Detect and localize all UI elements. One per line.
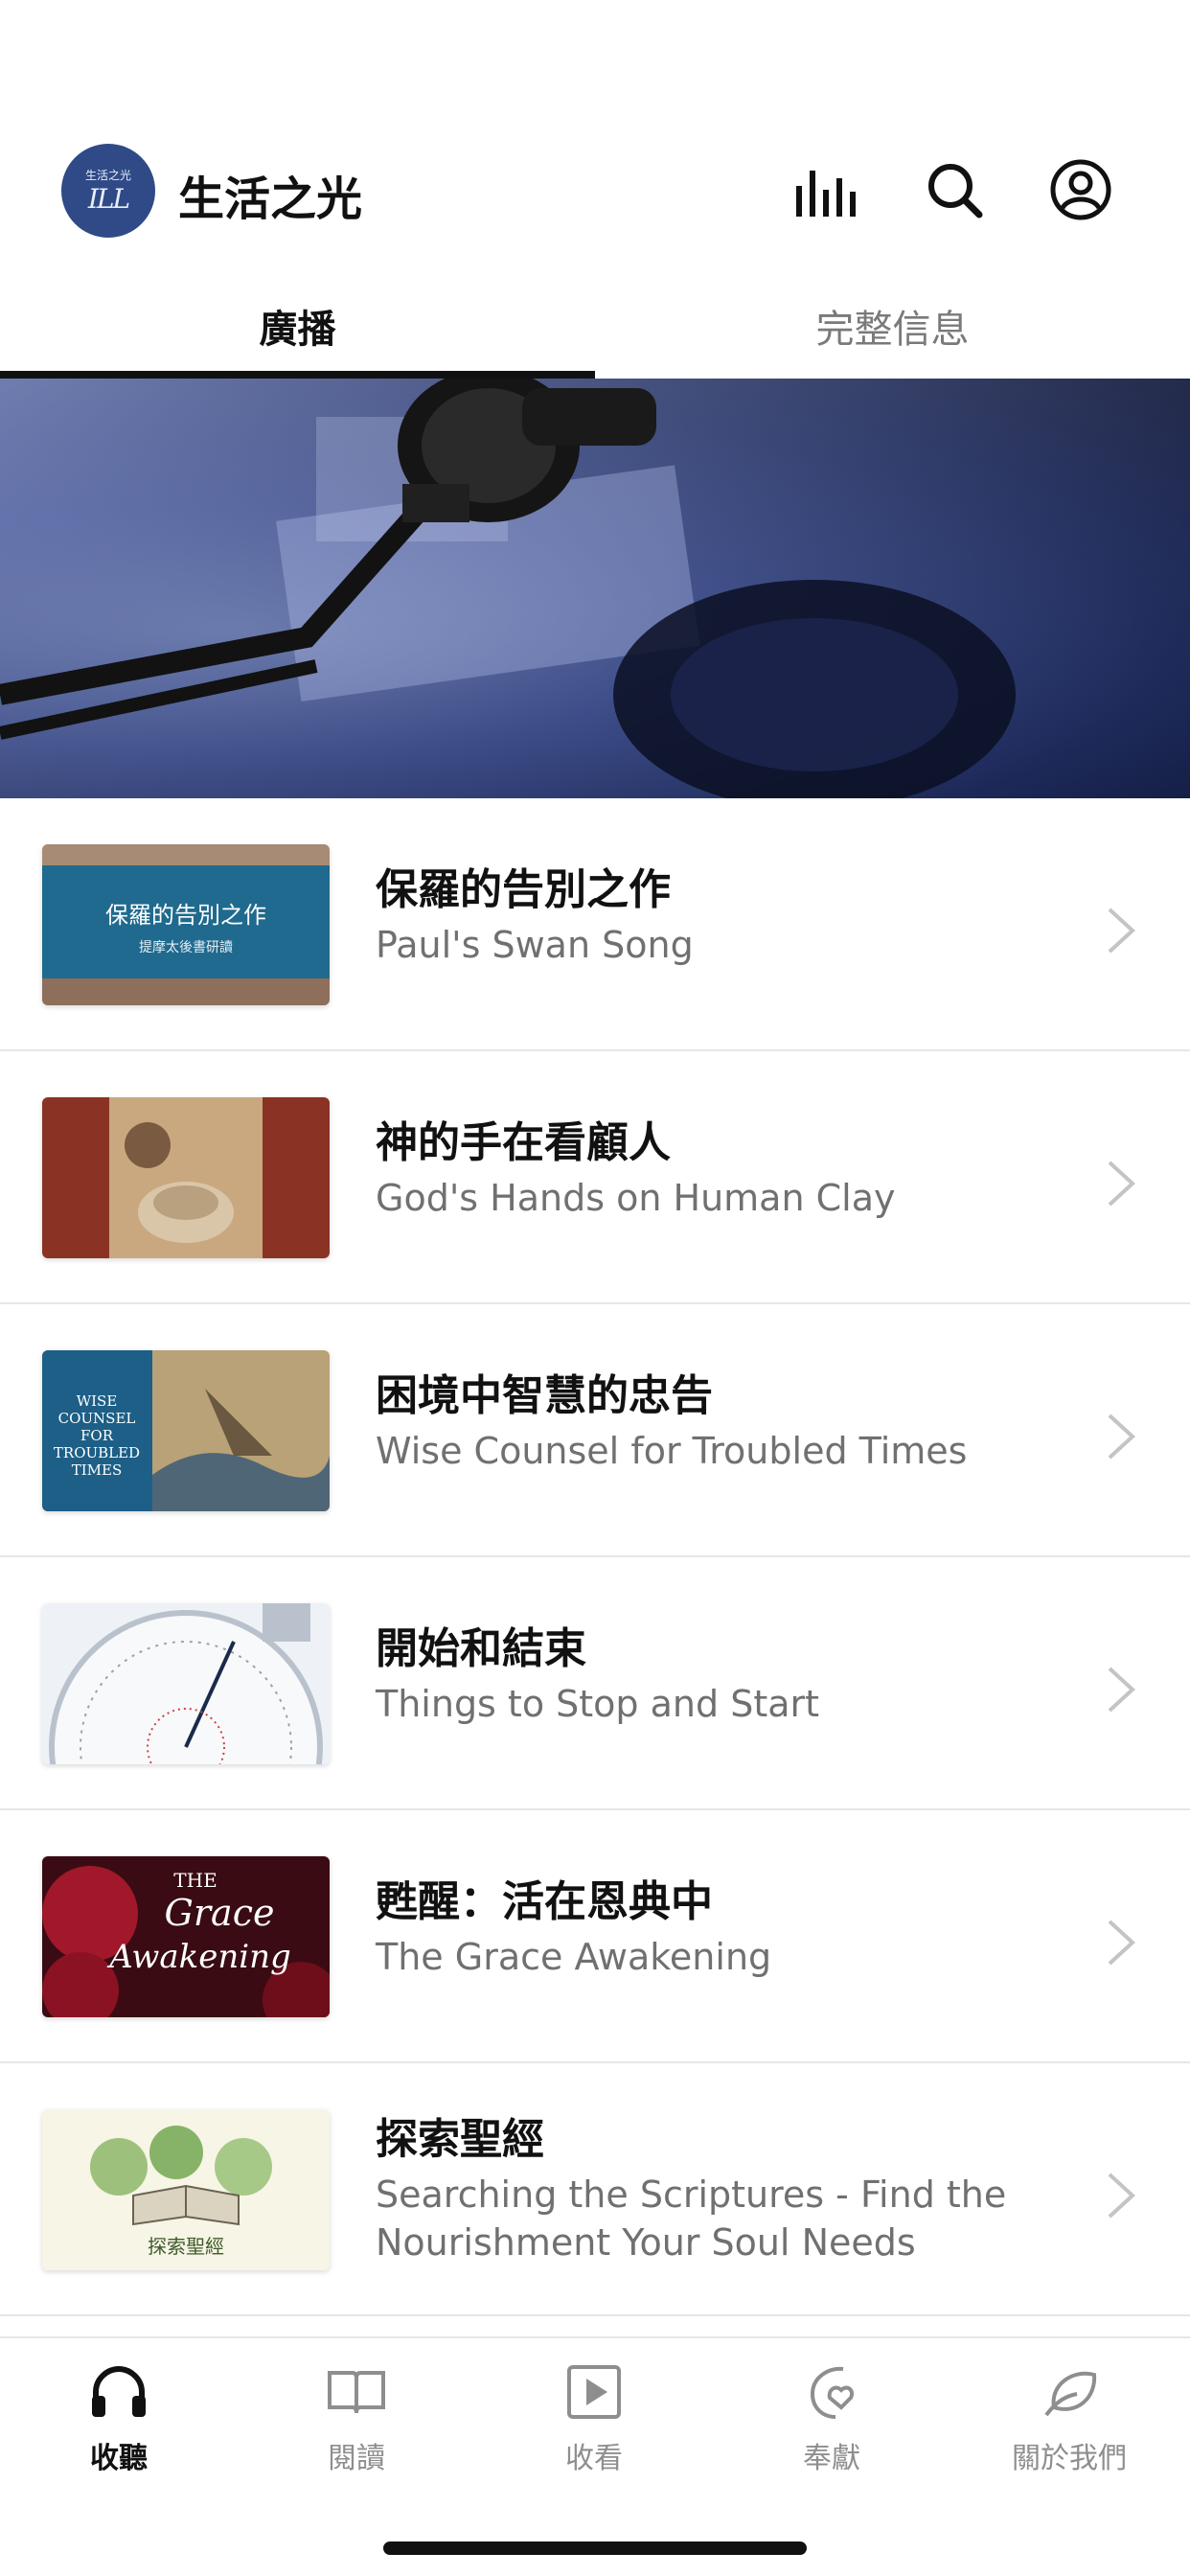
thumb-subtitle: 提摩太後書研讀 bbox=[139, 939, 233, 955]
program-subtitle: Paul's Swan Song bbox=[376, 924, 694, 966]
app-header: 生活之光 ILL 生活之光 bbox=[0, 134, 1190, 249]
app-title: 生活之光 bbox=[178, 172, 363, 226]
equalizer-icon[interactable] bbox=[791, 155, 860, 224]
bottom-tab-read[interactable]: 閱讀 bbox=[238, 2361, 475, 2486]
bottom-tab-give[interactable]: 奉獻 bbox=[713, 2361, 950, 2486]
thumb-title: 探索聖經 bbox=[148, 2235, 224, 2258]
hand-heart-icon bbox=[801, 2361, 862, 2423]
list-item[interactable]: 開始和結束 Things to Stop and Start bbox=[0, 1557, 1190, 1810]
thumb-line: WISE bbox=[77, 1392, 118, 1410]
program-title: 開始和結束 bbox=[376, 1624, 586, 1673]
list-item[interactable]: 神的手在看顧人 God's Hands on Human Clay bbox=[0, 1051, 1190, 1304]
top-tabs: 廣播 完整信息 bbox=[0, 273, 1190, 379]
thumb-title: 保羅的告別之作 bbox=[105, 902, 266, 929]
program-subtitle: Wise Counsel for Troubled Times bbox=[376, 1430, 968, 1472]
chevron-right-icon bbox=[1108, 1667, 1135, 1713]
program-list: 保羅的告別之作 提摩太後書研讀 保羅的告別之作 Paul's Swan Song bbox=[0, 798, 1190, 2316]
bottom-tab-label: 奉獻 bbox=[803, 2442, 860, 2475]
logo-text: 生活之光 bbox=[84, 169, 131, 182]
thumb-line: Grace bbox=[165, 1892, 275, 1934]
bottom-tab-bar: 收聽 閱讀 收看 奉獻 關於我們 bbox=[0, 2336, 1190, 2576]
program-title: 困境中智慧的忠告 bbox=[376, 1371, 713, 1420]
program-thumbnail bbox=[42, 1603, 330, 1764]
program-title: 保羅的告別之作 bbox=[376, 865, 671, 914]
tab-full-messages[interactable]: 完整信息 bbox=[595, 273, 1190, 379]
program-subtitle: Things to Stop and Start bbox=[376, 1683, 820, 1725]
headphones-icon bbox=[88, 2361, 149, 2423]
search-icon[interactable] bbox=[920, 155, 989, 224]
thumb-line: THE bbox=[173, 1869, 217, 1892]
tab-broadcast[interactable]: 廣播 bbox=[0, 273, 595, 379]
thumb-line: Awakening bbox=[106, 1938, 291, 1976]
chevron-right-icon bbox=[1108, 1161, 1135, 1207]
thumb-line: COUNSEL bbox=[58, 1410, 136, 1427]
hero-banner bbox=[0, 379, 1190, 798]
program-subtitle: God's Hands on Human Clay bbox=[376, 1177, 896, 1219]
home-indicator bbox=[383, 2542, 807, 2555]
program-thumbnail: 探索聖經 bbox=[42, 2109, 330, 2270]
book-icon bbox=[326, 2361, 387, 2423]
bottom-tab-label: 收看 bbox=[565, 2442, 623, 2475]
chevron-right-icon bbox=[1108, 1920, 1135, 1966]
program-thumbnail: WISE COUNSEL FOR TROUBLED TIMES bbox=[42, 1350, 330, 1511]
chevron-right-icon bbox=[1108, 908, 1135, 954]
program-thumbnail bbox=[42, 1097, 330, 1258]
active-tab-indicator bbox=[0, 371, 595, 379]
list-item[interactable]: THE Grace Awakening 甦醒：活在恩典中 The Grace A… bbox=[0, 1810, 1190, 2063]
bottom-tab-listen[interactable]: 收聽 bbox=[0, 2361, 238, 2486]
program-title: 神的手在看顧人 bbox=[376, 1118, 671, 1167]
list-item[interactable]: 探索聖經 探索聖經 Searching the Scriptures - Fin… bbox=[0, 2063, 1190, 2316]
list-item[interactable]: 保羅的告別之作 提摩太後書研讀 保羅的告別之作 Paul's Swan Song bbox=[0, 798, 1190, 1051]
chevron-right-icon bbox=[1108, 2173, 1135, 2219]
list-item[interactable]: WISE COUNSEL FOR TROUBLED TIMES 困境中智慧的忠告… bbox=[0, 1304, 1190, 1557]
program-thumbnail: THE Grace Awakening bbox=[42, 1856, 330, 2017]
program-thumbnail: 保羅的告別之作 提摩太後書研讀 bbox=[42, 844, 330, 1005]
bottom-tab-about[interactable]: 關於我們 bbox=[950, 2361, 1188, 2486]
program-title: 甦醒：活在恩典中 bbox=[376, 1877, 713, 1926]
thumb-line: TIMES bbox=[72, 1461, 123, 1479]
program-title: 探索聖經 bbox=[376, 2115, 544, 2164]
program-subtitle: The Grace Awakening bbox=[376, 1936, 772, 1978]
bottom-tab-label: 收聽 bbox=[90, 2442, 148, 2475]
profile-icon[interactable] bbox=[1046, 155, 1115, 224]
program-subtitle: Searching the Scriptures - Find the Nour… bbox=[376, 2174, 1007, 2264]
microphone-illustration bbox=[0, 379, 1190, 798]
app-screen: 生活之光 ILL 生活之光 廣播 完整信息 保羅的告別之作 提摩太後書研讀 保羅… bbox=[0, 0, 1190, 2576]
app-logo[interactable]: 生活之光 ILL bbox=[61, 144, 155, 238]
play-icon bbox=[563, 2361, 625, 2423]
bottom-tab-watch[interactable]: 收看 bbox=[475, 2361, 713, 2486]
bottom-tab-label: 關於我們 bbox=[1012, 2442, 1127, 2475]
logo-monogram: ILL bbox=[87, 183, 130, 215]
bottom-tab-label: 閱讀 bbox=[328, 2442, 385, 2475]
leaf-icon bbox=[1039, 2361, 1100, 2423]
chevron-right-icon bbox=[1108, 1414, 1135, 1460]
thumb-line: TROUBLED bbox=[54, 1444, 140, 1461]
thumb-line: FOR bbox=[80, 1427, 114, 1444]
